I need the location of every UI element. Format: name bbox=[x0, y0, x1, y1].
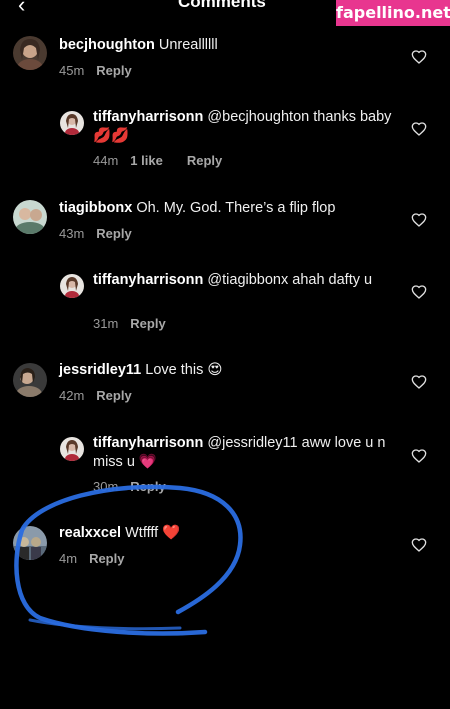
comment-username[interactable]: tiffanyharrisonn bbox=[93, 272, 203, 288]
comment: realxxcel Wtffff ❤️ 4m Reply bbox=[0, 524, 450, 584]
heart-icon[interactable] bbox=[411, 537, 427, 553]
reply-comment: tiffanyharrisonn @becjhoughton thanks ba… bbox=[0, 108, 450, 172]
comment-body: Wtffff ❤️ bbox=[125, 525, 181, 541]
comment-meta: 45m Reply bbox=[59, 63, 144, 78]
reply-button[interactable]: Reply bbox=[130, 479, 165, 494]
comment-time: 30m bbox=[93, 479, 119, 494]
comment-time: 31m bbox=[93, 316, 119, 331]
comment-body: Unreallllll bbox=[158, 37, 218, 53]
comment-meta: 31m Reply bbox=[93, 316, 178, 331]
reply-button[interactable]: Reply bbox=[130, 316, 165, 331]
highlight-circle-annotation bbox=[14, 484, 243, 636]
reply-button[interactable]: Reply bbox=[96, 63, 131, 78]
comment-body: Love this 😍 bbox=[145, 362, 223, 378]
reply-button[interactable]: Reply bbox=[96, 388, 131, 403]
heart-icon[interactable] bbox=[411, 374, 427, 390]
comment-username[interactable]: becjhoughton bbox=[59, 37, 155, 53]
comment-time: 43m bbox=[59, 226, 85, 241]
watermark: fapellino.net bbox=[336, 0, 450, 26]
comment-username[interactable]: jessridley11 bbox=[59, 362, 141, 378]
comment-time: 44m bbox=[93, 153, 119, 168]
comment-text: realxxcel Wtffff ❤️ bbox=[59, 524, 389, 543]
comment-text: becjhoughton Unreallllll bbox=[59, 36, 389, 55]
like-count[interactable]: 1 like bbox=[130, 153, 163, 168]
reply-comment: tiffanyharrisonn @tiagibbonx ahah dafty … bbox=[0, 271, 450, 335]
avatar[interactable] bbox=[13, 363, 47, 397]
comment: becjhoughton Unreallllll 45m Reply bbox=[0, 34, 450, 94]
comment-text: tiagibbonx Oh. My. God. There’s a flip f… bbox=[59, 199, 389, 218]
comment-username[interactable]: realxxcel bbox=[59, 525, 121, 541]
comment-time: 42m bbox=[59, 388, 85, 403]
comment-meta: 43m Reply bbox=[59, 226, 144, 241]
comment-time: 4m bbox=[59, 551, 78, 566]
heart-icon[interactable] bbox=[411, 448, 427, 464]
heart-icon[interactable] bbox=[411, 49, 427, 65]
avatar[interactable] bbox=[60, 274, 84, 298]
heart-icon[interactable] bbox=[411, 212, 427, 228]
comment-meta: 30m Reply bbox=[93, 479, 178, 494]
comment-body: Oh. My. God. There’s a flip flop bbox=[136, 200, 336, 216]
avatar[interactable] bbox=[60, 111, 84, 135]
comment-username[interactable]: tiffanyharrisonn bbox=[93, 109, 203, 125]
comment-text: tiffanyharrisonn @becjhoughton thanks ba… bbox=[93, 108, 393, 146]
comment-username[interactable]: tiagibbonx bbox=[59, 200, 132, 216]
reply-button[interactable]: Reply bbox=[187, 153, 222, 168]
comment-meta: 42m Reply bbox=[59, 388, 144, 403]
comment: tiagibbonx Oh. My. God. There’s a flip f… bbox=[0, 198, 450, 258]
avatar[interactable] bbox=[13, 36, 47, 70]
avatar[interactable] bbox=[60, 437, 84, 461]
back-icon[interactable]: ‹ bbox=[18, 0, 25, 14]
comment-time: 45m bbox=[59, 63, 85, 78]
page-title: Comments bbox=[178, 0, 266, 11]
comment-meta: 4m Reply bbox=[59, 551, 136, 566]
comment-meta: 44m 1 like Reply bbox=[93, 153, 234, 168]
comment: jessridley11 Love this 😍 42m Reply bbox=[0, 361, 450, 421]
heart-icon[interactable] bbox=[411, 121, 427, 137]
comment-text: jessridley11 Love this 😍 bbox=[59, 361, 389, 380]
comment-text: tiffanyharrisonn @jessridley11 aww love … bbox=[93, 434, 393, 472]
avatar[interactable] bbox=[13, 200, 47, 234]
comment-username[interactable]: tiffanyharrisonn bbox=[93, 435, 203, 451]
reply-comment: tiffanyharrisonn @jessridley11 aww love … bbox=[0, 434, 450, 498]
reply-button[interactable]: Reply bbox=[96, 226, 131, 241]
comment-text: tiffanyharrisonn @tiagibbonx ahah dafty … bbox=[93, 271, 393, 290]
comment-body: @tiagibbonx ahah dafty u bbox=[207, 272, 373, 288]
avatar[interactable] bbox=[13, 526, 47, 560]
heart-icon[interactable] bbox=[411, 284, 427, 300]
reply-button[interactable]: Reply bbox=[89, 551, 124, 566]
